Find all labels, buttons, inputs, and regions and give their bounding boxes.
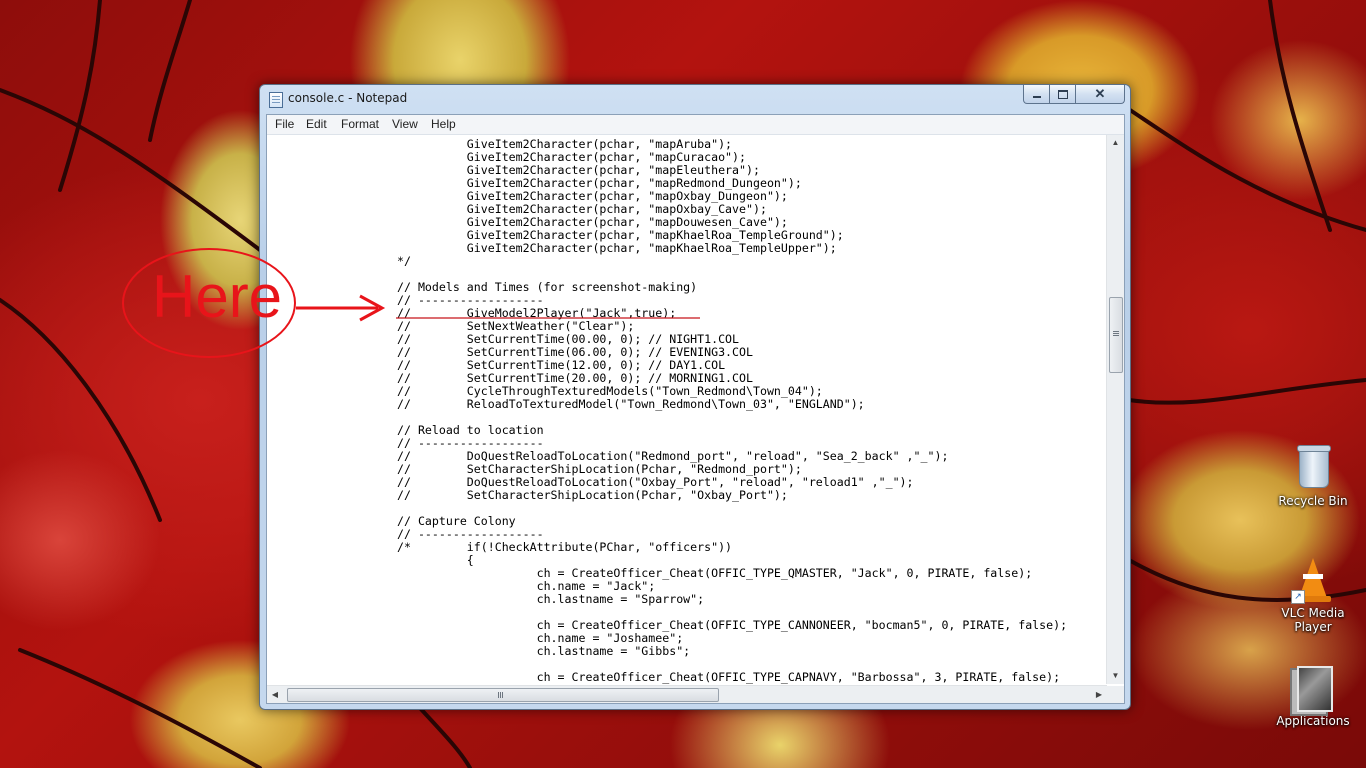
applications-label: Applications <box>1276 714 1350 728</box>
applications-folder-icon <box>1289 664 1337 712</box>
close-button[interactable]: ✕ <box>1075 85 1125 104</box>
close-icon: ✕ <box>1094 86 1106 101</box>
code-text[interactable]: GiveItem2Character(pchar, "mapAruba"); G… <box>397 138 1067 684</box>
notepad-icon <box>269 92 283 108</box>
grip-icon <box>1113 331 1119 332</box>
size-grip[interactable] <box>1107 686 1124 703</box>
client-area: File Edit Format View Help GiveItem2Char… <box>266 114 1125 704</box>
menu-file[interactable]: File <box>273 117 296 131</box>
menu-format[interactable]: Format <box>339 117 381 131</box>
minimize-icon <box>1033 96 1041 98</box>
notepad-window[interactable]: console.c - Notepad ✕ File Edit Format V… <box>259 84 1131 710</box>
title-bar[interactable]: console.c - Notepad ✕ <box>260 85 1130 111</box>
horizontal-scrollbar[interactable]: ◀ ▶ <box>267 685 1107 703</box>
shortcut-arrow-icon: ↗ <box>1291 590 1305 604</box>
recycle-bin-label: Recycle Bin <box>1278 494 1348 508</box>
vertical-scroll-thumb[interactable] <box>1109 297 1123 373</box>
desktop-icon-applications[interactable]: Applications <box>1271 664 1355 728</box>
scroll-down-arrow-icon[interactable]: ▼ <box>1107 668 1124 684</box>
menu-view[interactable]: View <box>390 117 420 131</box>
desktop: console.c - Notepad ✕ File Edit Format V… <box>0 0 1366 768</box>
horizontal-scroll-thumb[interactable] <box>287 688 719 702</box>
annotation-here-label: Here <box>152 263 283 330</box>
scroll-up-arrow-icon[interactable]: ▲ <box>1107 135 1124 151</box>
scroll-right-arrow-icon[interactable]: ▶ <box>1091 686 1107 703</box>
text-editor[interactable]: GiveItem2Character(pchar, "mapAruba"); G… <box>267 135 1107 684</box>
menu-help[interactable]: Help <box>429 117 458 131</box>
grip-icon <box>498 692 499 698</box>
maximize-button[interactable] <box>1049 85 1077 104</box>
vlc-label-line2: Player <box>1294 620 1332 634</box>
scroll-left-arrow-icon[interactable]: ◀ <box>267 686 283 703</box>
vertical-scrollbar[interactable]: ▲ ▼ <box>1106 135 1124 684</box>
window-title: console.c - Notepad <box>288 91 408 105</box>
minimize-button[interactable] <box>1023 85 1051 104</box>
desktop-icon-recycle-bin[interactable]: Recycle Bin <box>1271 444 1355 508</box>
maximize-icon <box>1058 89 1068 99</box>
vlc-cone-icon: ↗ <box>1289 556 1337 604</box>
desktop-icon-vlc[interactable]: ↗ VLC Media Player <box>1271 556 1355 634</box>
menu-edit[interactable]: Edit <box>304 117 329 131</box>
recycle-bin-icon <box>1289 444 1337 492</box>
menu-bar: File Edit Format View Help <box>267 115 1124 135</box>
vlc-label-line1: VLC Media <box>1281 606 1345 620</box>
